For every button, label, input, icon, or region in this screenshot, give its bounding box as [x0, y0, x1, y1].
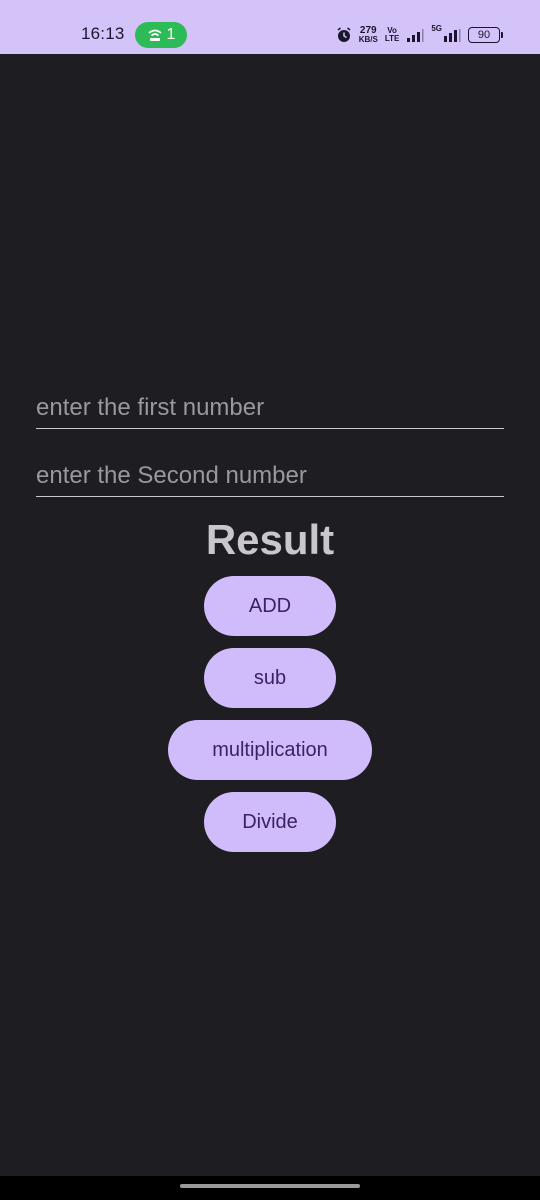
- net-speed-value: 279: [359, 25, 377, 36]
- hotspot-icon: [147, 28, 163, 42]
- second-number-input[interactable]: [36, 456, 504, 496]
- volte-bottom: LTE: [384, 34, 400, 43]
- signal-icon: [406, 28, 424, 42]
- multiply-button[interactable]: multiplication: [168, 720, 372, 780]
- battery-icon: 90: [468, 27, 503, 43]
- hotspot-indicator[interactable]: 1: [135, 22, 187, 48]
- divide-button[interactable]: Divide: [204, 792, 336, 852]
- network-type: 5G: [431, 23, 442, 33]
- add-button[interactable]: ADD: [204, 576, 336, 636]
- status-bar: 16:13 1 279 KB/S Vo LTE 5G 90: [0, 0, 540, 54]
- status-icons: 279 KB/S Vo LTE 5G 90: [336, 22, 503, 48]
- alarm-icon: [336, 27, 352, 43]
- second-number-field: [36, 456, 504, 497]
- first-number-input[interactable]: [36, 388, 504, 428]
- network-speed: 279 KB/S: [358, 25, 378, 45]
- status-time: 16:13: [81, 24, 125, 43]
- hotspot-count: 1: [166, 26, 176, 43]
- subtract-button[interactable]: sub: [204, 648, 336, 708]
- home-indicator[interactable]: [180, 1184, 360, 1188]
- result-label: Result: [205, 516, 335, 563]
- navigation-bar: [0, 1176, 540, 1200]
- first-number-field: [36, 388, 504, 429]
- signal-icon: [443, 28, 461, 42]
- battery-level: 90: [477, 29, 491, 41]
- net-speed-unit: KB/S: [358, 35, 378, 44]
- volte-indicator: Vo LTE: [385, 27, 400, 43]
